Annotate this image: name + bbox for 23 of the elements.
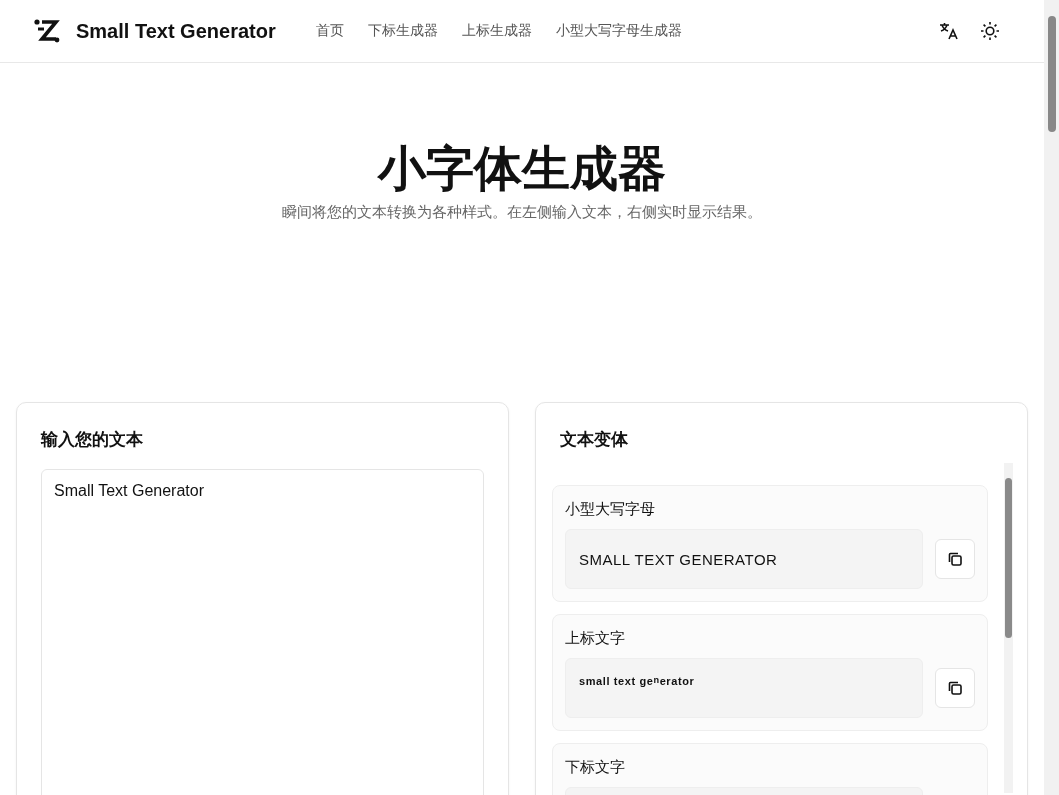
- scrollbar[interactable]: [1004, 463, 1013, 793]
- nav-link[interactable]: 下标生成器: [367, 22, 438, 40]
- variant-output: SMALL TEXT GENERATOR: [565, 529, 923, 589]
- site-title[interactable]: Small Text Generator: [76, 19, 276, 43]
- nav-link[interactable]: 上标生成器: [461, 22, 532, 40]
- variant-label: 小型大写字母: [565, 500, 656, 519]
- panel-heading: 输入您的文本: [41, 429, 144, 451]
- panel-heading: 文本变体: [560, 429, 629, 451]
- variant-label: 上标文字: [565, 629, 626, 648]
- copy-button[interactable]: [935, 539, 975, 579]
- page-subtitle: 瞬间将您的文本转换为各种样式。在左侧输入文本，右侧实时显示结果。: [281, 203, 763, 222]
- sun-icon[interactable]: [980, 21, 1000, 41]
- logo-icon: [34, 19, 60, 43]
- copy-button[interactable]: [935, 668, 975, 708]
- variant-label: 下标文字: [565, 758, 626, 777]
- translate-icon[interactable]: [939, 21, 959, 41]
- text-input-field[interactable]: Small Text Generator: [41, 469, 484, 795]
- copy-icon: [947, 680, 963, 696]
- nav-link[interactable]: 小型大写字母生成器: [555, 22, 682, 40]
- copy-icon: [947, 551, 963, 567]
- page-scrollbar[interactable]: [1044, 0, 1059, 795]
- page-title: 小字体生成器: [376, 141, 667, 197]
- nav-link[interactable]: 首页: [315, 22, 344, 40]
